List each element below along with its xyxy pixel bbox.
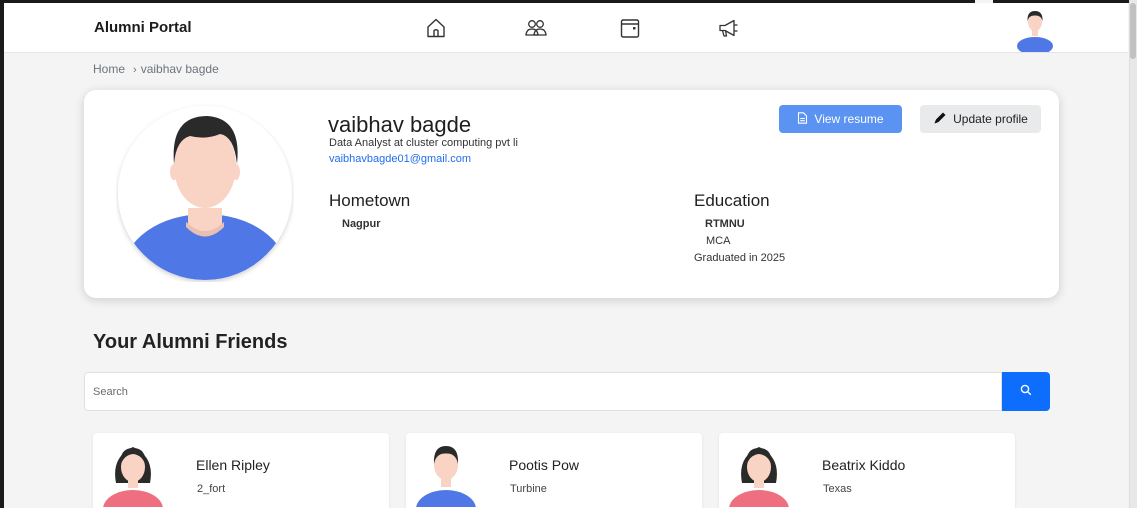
user-avatar-menu[interactable]	[1012, 6, 1058, 55]
profile-role: Data Analyst at cluster computing pvt li	[329, 137, 518, 149]
people-icon[interactable]	[524, 16, 548, 40]
friends-search-input[interactable]	[85, 373, 1001, 410]
calendar-icon[interactable]	[618, 16, 642, 40]
update-profile-button[interactable]: Update profile	[920, 105, 1041, 133]
search-box	[84, 372, 1002, 411]
friend-name: Pootis Pow	[509, 457, 580, 473]
profile-card: vaibhav bagde Data Analyst at cluster co…	[84, 90, 1059, 298]
profile-avatar	[116, 104, 294, 282]
friend-name: Beatrix Kiddo	[822, 457, 906, 473]
update-profile-label: Update profile	[953, 112, 1028, 126]
friend-avatar-female	[725, 437, 793, 508]
search-icon	[1020, 383, 1032, 401]
scrollbar-thumb[interactable]	[1130, 3, 1136, 59]
friend-card[interactable]: Pootis Pow Turbine	[406, 433, 702, 508]
breadcrumb-home[interactable]: Home	[93, 62, 125, 76]
friend-name: Ellen Ripley	[196, 457, 270, 473]
hometown-value: Nagpur	[342, 218, 381, 230]
friend-location: 2_fort	[197, 483, 226, 495]
friend-card[interactable]: Ellen Ripley 2_fort	[93, 433, 389, 508]
document-icon	[797, 111, 808, 127]
view-resume-label: View resume	[814, 112, 884, 126]
home-icon[interactable]	[424, 16, 448, 40]
profile-name: vaibhav bagde	[328, 112, 472, 137]
megaphone-icon[interactable]	[717, 16, 741, 40]
friend-avatar-female	[99, 437, 167, 508]
education-degree: MCA	[706, 235, 731, 247]
page-scrollbar[interactable]	[1129, 0, 1137, 508]
view-resume-button[interactable]: View resume	[779, 105, 902, 133]
top-navbar: Alumni Portal	[4, 3, 1128, 55]
breadcrumb-separator: ›	[133, 64, 137, 76]
friend-location: Turbine	[510, 483, 547, 495]
pencil-icon	[933, 111, 947, 128]
friend-avatar-male	[412, 437, 480, 508]
friends-section-title: Your Alumni Friends	[93, 331, 288, 353]
window-frame-left	[0, 0, 4, 508]
profile-email-link[interactable]: vaibhavbagde01@gmail.com	[329, 153, 471, 165]
search-button[interactable]	[1002, 372, 1050, 411]
hometown-heading: Hometown	[329, 191, 411, 210]
friend-card[interactable]: Beatrix Kiddo Texas	[719, 433, 1015, 508]
breadcrumb-current: vaibhav bagde	[140, 62, 219, 76]
friend-location: Texas	[823, 483, 852, 495]
education-university: RTMNU	[705, 218, 745, 230]
brand-title[interactable]: Alumni Portal	[94, 19, 192, 36]
breadcrumb: Home › vaibhav bagde	[93, 62, 223, 76]
education-graduated: Graduated in 2025	[694, 252, 786, 264]
education-heading: Education	[694, 191, 770, 210]
